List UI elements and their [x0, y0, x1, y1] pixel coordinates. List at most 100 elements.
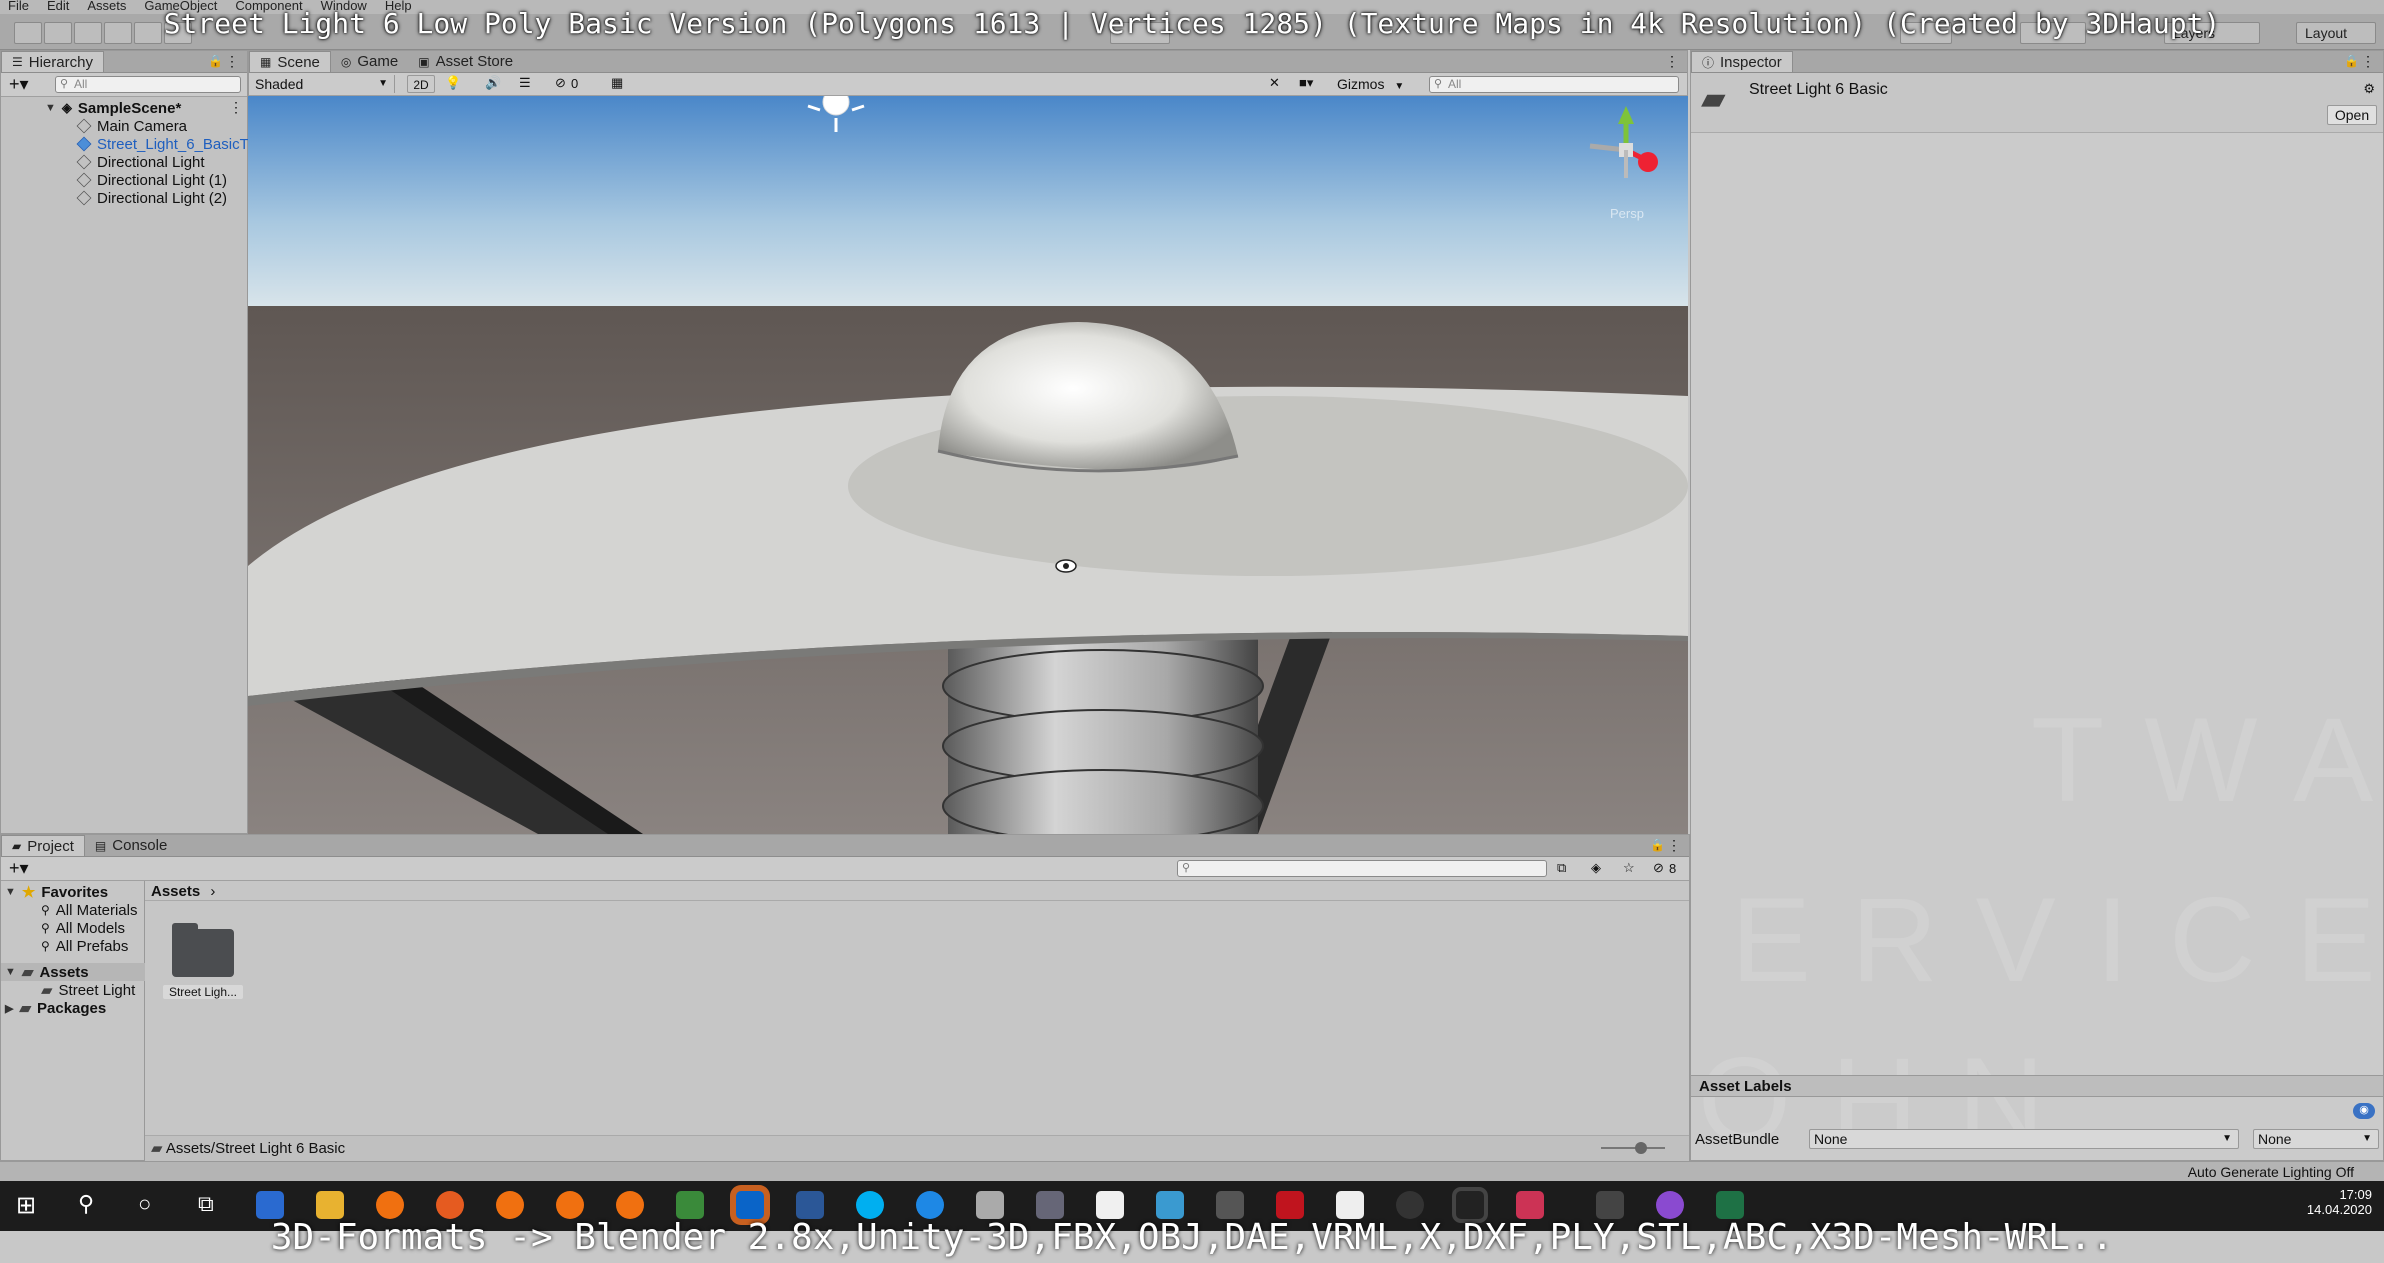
project-panel: ▰ Project ▤ Console 🔒 ⋮ +▾ ⧉ ◈ ☆ ⊘ 8 ▼ ★… [0, 834, 1690, 1162]
video-caption-overlay: 3D-Formats -> Blender 2.8x,Unity-3D,FBX,… [270, 1217, 2114, 1258]
tab-scene[interactable]: ▦ Scene [249, 51, 331, 72]
label-tag-icon[interactable]: ◉ [2353, 1103, 2375, 1119]
watermark-text: SERVICE [1611, 873, 2384, 1007]
scene-row[interactable]: ▼ ◈ SampleScene* [45, 99, 181, 117]
folder-icon: ▰ [151, 1140, 163, 1157]
asset-variant-dropdown[interactable]: None ▼ [2253, 1129, 2379, 1149]
lock-icon[interactable]: 🔒 [1650, 838, 1665, 852]
search-icon: ⚲ [41, 903, 50, 917]
gameobject-icon [76, 154, 92, 170]
hierarchy-tabbar: ☰ Hierarchy 🔒 ⋮ [1, 51, 247, 73]
assets-child-row[interactable]: ▰ Street Light [41, 981, 135, 1000]
tab-project[interactable]: ▰ Project [1, 835, 85, 856]
store-icon: ▣ [418, 54, 430, 69]
chevron-right-icon: › [210, 883, 216, 900]
favorite-item[interactable]: ⚲ All Models [41, 919, 125, 937]
tab-hierarchy[interactable]: ☰ Hierarchy [1, 51, 104, 72]
tab-game[interactable]: ◎ Game [331, 51, 408, 72]
tab-asset-store[interactable]: ▣ Asset Store [408, 51, 523, 72]
filter-type-icon[interactable]: ⧉ [1557, 860, 1566, 876]
hierarchy-item-label: Directional Light (2) [97, 189, 228, 207]
scene-search-input[interactable]: All [1429, 76, 1679, 93]
kebab-menu-icon[interactable]: ⋮ [1665, 53, 1679, 70]
assets-tree-label: Assets [39, 963, 89, 981]
scene-kebab-icon[interactable]: ⋮ [229, 99, 243, 116]
console-tab-label: Console [112, 837, 168, 854]
hierarchy-searchbar: +▾ All [1, 73, 247, 97]
add-icon[interactable]: +▾ [9, 858, 29, 879]
tab-inspector[interactable]: ⓘ Inspector [1691, 51, 1793, 72]
lock-icon[interactable]: 🔒 [208, 54, 223, 68]
inspector-header: ▰ Street Light 6 Basic ⚙ Open [1691, 73, 2383, 133]
packages-row[interactable]: ▶ ▰ Packages [5, 999, 107, 1018]
inspector-asset-name: Street Light 6 Basic [1749, 81, 1888, 98]
settings-gear-icon[interactable]: ⚙ [2363, 81, 2375, 97]
favorite-item-label: All Materials [55, 901, 138, 919]
favorite-item-label: All Prefabs [55, 937, 129, 955]
add-icon[interactable]: +▾ [9, 74, 29, 95]
favorite-star-icon[interactable]: ☆ [1623, 860, 1635, 876]
hierarchy-item[interactable]: Main Camera [76, 117, 187, 135]
collapse-arrow-icon[interactable]: ▶ [5, 1002, 13, 1015]
asset-store-tab-label: Asset Store [435, 53, 514, 70]
hierarchy-tab-label: Hierarchy [28, 53, 93, 71]
gamepad-icon: ◎ [340, 54, 352, 69]
asset-bundle-dropdown[interactable]: None ▼ [1809, 1129, 2239, 1149]
breadcrumb-assets[interactable]: Assets [151, 883, 200, 900]
chevron-down-icon: ▼ [2362, 1133, 2372, 1144]
kebab-menu-icon[interactable]: ⋮ [225, 53, 239, 70]
camera-icon[interactable]: ■▾ [1299, 75, 1313, 91]
favorite-item[interactable]: ⚲ All Prefabs [41, 937, 128, 955]
assets-tree-row[interactable]: ▼ ▰ Assets [1, 963, 145, 981]
chevron-down-icon: ▼ [1394, 81, 1405, 92]
tools-icon[interactable]: ✕ [1269, 75, 1280, 91]
favorite-item[interactable]: ⚲ All Materials [41, 901, 137, 919]
scene-viewport[interactable]: Persp [248, 96, 1688, 834]
favorite-item-label: All Models [55, 919, 125, 937]
persp-label[interactable]: Persp [1610, 206, 1644, 221]
folder-icon: ▰ [21, 964, 34, 981]
open-button[interactable]: Open [2327, 105, 2377, 125]
unity-scene-icon: ◈ [61, 100, 72, 115]
favorites-row[interactable]: ▼ ★ Favorites [5, 883, 109, 902]
hierarchy-item-label: Street_Light_6_BasicT [97, 135, 249, 153]
packages-label: Packages [37, 999, 107, 1017]
hierarchy-item[interactable]: Directional Light [76, 153, 205, 171]
project-search-input[interactable] [1177, 860, 1547, 877]
lock-icon[interactable]: 🔒 [2344, 54, 2359, 68]
system-clock[interactable]: 17:09 14.04.2020 [2307, 1187, 2372, 1217]
grid-toggle-icon[interactable]: ▦ [611, 75, 623, 91]
folder-icon: ▰ [1701, 80, 1726, 116]
inspector-tab-label: Inspector [1720, 53, 1782, 71]
kebab-menu-icon[interactable]: ⋮ [2361, 53, 2375, 70]
hidden-packages-count: 8 [1669, 861, 1677, 876]
grid-icon: ▦ [260, 55, 272, 69]
expand-arrow-icon[interactable]: ▼ [45, 102, 56, 114]
task-view-icon[interactable]: ⧉ [198, 1191, 214, 1217]
hidden-packages-icon[interactable]: ⊘ [1653, 860, 1664, 876]
search-icon[interactable]: ⚲ [78, 1191, 94, 1217]
gizmos-dropdown[interactable]: Gizmos ▼ [1337, 75, 1404, 93]
video-title-overlay: Street Light 6 Low Poly Basic Version (P… [163, 7, 2221, 40]
folder-tile[interactable]: Street Ligh... [163, 923, 243, 999]
zoom-slider[interactable] [1601, 1142, 1665, 1154]
hierarchy-item[interactable]: Directional Light (2) [76, 189, 228, 207]
audio-toggle-icon[interactable]: 🔊 [485, 75, 501, 91]
expand-arrow-icon[interactable]: ▼ [5, 966, 16, 978]
expand-arrow-icon[interactable]: ▼ [5, 886, 16, 898]
hierarchy-item-selected[interactable]: Street_Light_6_BasicT [76, 135, 249, 153]
prefab-icon [76, 136, 92, 152]
tab-console[interactable]: ▤ Console [85, 835, 177, 856]
effects-toggle-icon[interactable]: ☰ [519, 75, 531, 91]
cortana-icon[interactable]: ○ [138, 1191, 151, 1217]
lighting-toggle-icon[interactable]: 💡 [445, 75, 461, 91]
kebab-menu-icon[interactable]: ⋮ [1667, 837, 1681, 854]
filter-label-icon[interactable]: ◈ [1591, 860, 1601, 876]
hierarchy-item[interactable]: Directional Light (1) [76, 171, 228, 189]
hierarchy-search-input[interactable]: All [55, 76, 241, 93]
favorites-label: Favorites [41, 883, 109, 901]
hierarchy-item-label: Directional Light (1) [97, 171, 228, 189]
mode-2d-toggle[interactable]: 2D [407, 75, 435, 93]
shading-mode-dropdown[interactable]: Shaded ▼ [253, 75, 395, 93]
hidden-objects-icon[interactable]: ⊘ [555, 75, 566, 91]
